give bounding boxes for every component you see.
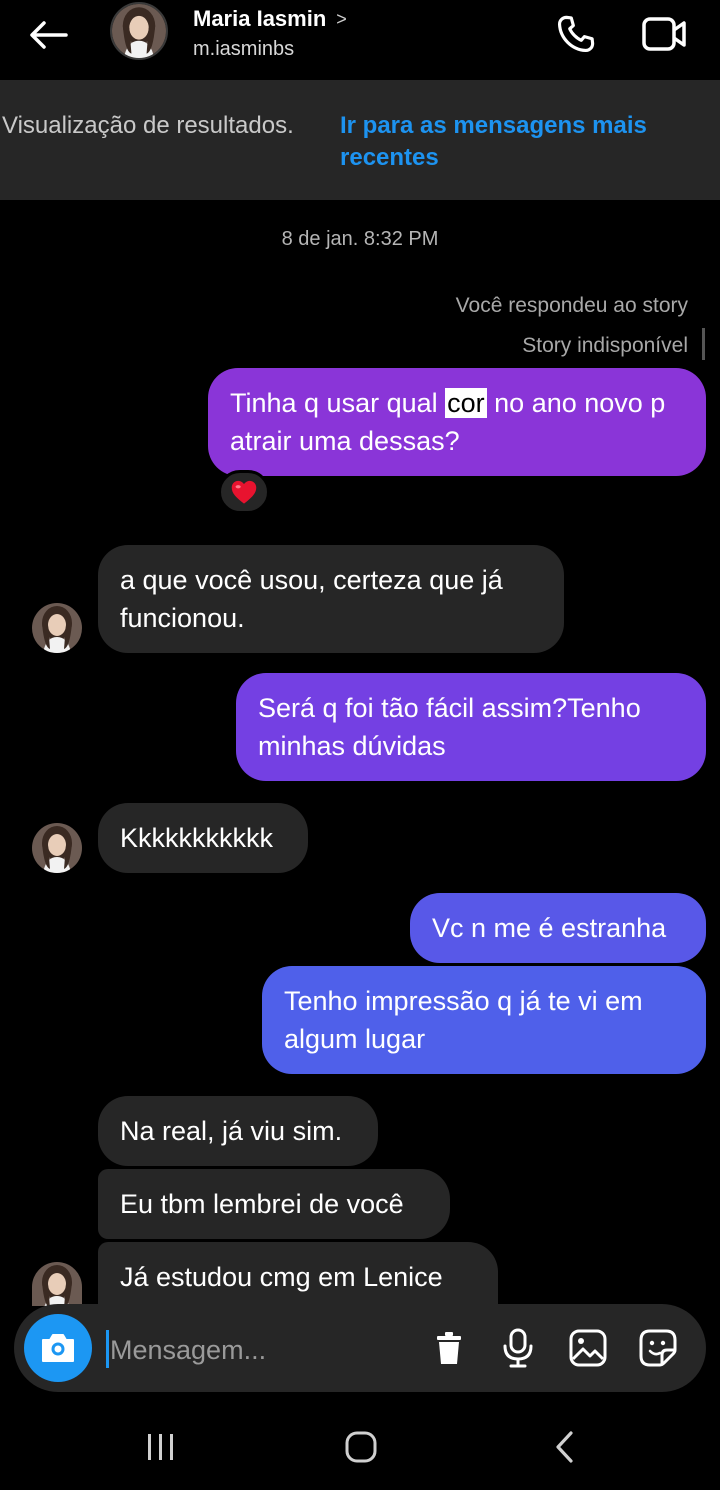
camera-icon [42,1334,74,1362]
message-input[interactable] [110,1327,410,1373]
message-bubble-incoming[interactable]: a que você usou, certeza que já funciono… [98,545,564,653]
jump-to-recent-link[interactable]: Ir para as mensagens mais recentes [340,110,690,174]
message-bubble-incoming[interactable]: Já estudou cmg em Lenice [98,1242,498,1306]
sender-avatar[interactable] [32,603,82,653]
message-bubble-incoming[interactable]: Eu tbm lembrei de você [98,1169,450,1239]
message-bubble-outgoing[interactable]: Será q foi tão fácil assim?Tenho minhas … [236,673,706,781]
nav-back-icon [556,1431,573,1463]
camera-button[interactable] [24,1314,92,1382]
story-reply-note: Você respondeu ao story [455,294,688,317]
search-highlight: cor [445,388,487,418]
message-bubble-outgoing[interactable]: Vc n me é estranha [410,893,706,963]
home-icon [345,1431,377,1463]
message-bubble-outgoing[interactable]: Tenho impressão q já te vi em algum luga… [262,966,706,1074]
sticker-icon [639,1329,677,1367]
home-button[interactable] [336,1424,386,1470]
sender-avatar[interactable] [32,823,82,873]
chevron-right-icon: > [336,8,347,29]
delete-button[interactable] [425,1324,473,1372]
message-timestamp: 8 de jan. 8:32 PM [281,228,439,250]
system-back-button[interactable] [540,1424,590,1470]
back-arrow-icon [30,21,68,49]
chat-header [0,0,720,80]
story-reply-bar [702,328,705,360]
heart-icon [231,480,257,504]
text-cursor [106,1330,109,1368]
voice-message-button[interactable] [494,1324,542,1372]
trash-icon [437,1332,461,1364]
gallery-icon [569,1329,607,1367]
message-bubble-incoming[interactable]: Kkkkkkkkkkk [98,803,308,873]
video-camera-icon [642,17,686,51]
contact-name-text: Maria Iasmin [193,6,327,31]
message-text: Tinha q usar qual [230,388,446,418]
voice-call-button[interactable] [552,10,600,58]
sender-avatar[interactable] [32,1262,82,1306]
sticker-button[interactable] [634,1324,682,1372]
message-bubble-outgoing[interactable]: Tinha q usar qual cor no ano novo p atra… [208,368,706,476]
contact-name[interactable]: Maria Iasmin > [193,6,347,32]
story-unavailable-label: Story indisponível [522,334,688,357]
video-call-button[interactable] [638,10,690,58]
message-bubble-incoming[interactable]: Na real, já viu sim. [98,1096,378,1166]
gallery-button[interactable] [564,1324,612,1372]
contact-username: m.iasminbs [193,38,295,60]
back-button[interactable] [22,12,74,58]
recents-button[interactable] [136,1424,186,1470]
contact-avatar[interactable] [110,2,168,60]
reaction-badge[interactable] [218,470,270,514]
recents-icon [148,1434,173,1460]
results-label: Visualização de resultados. [2,112,294,139]
phone-icon [557,15,595,53]
microphone-icon [503,1328,533,1368]
